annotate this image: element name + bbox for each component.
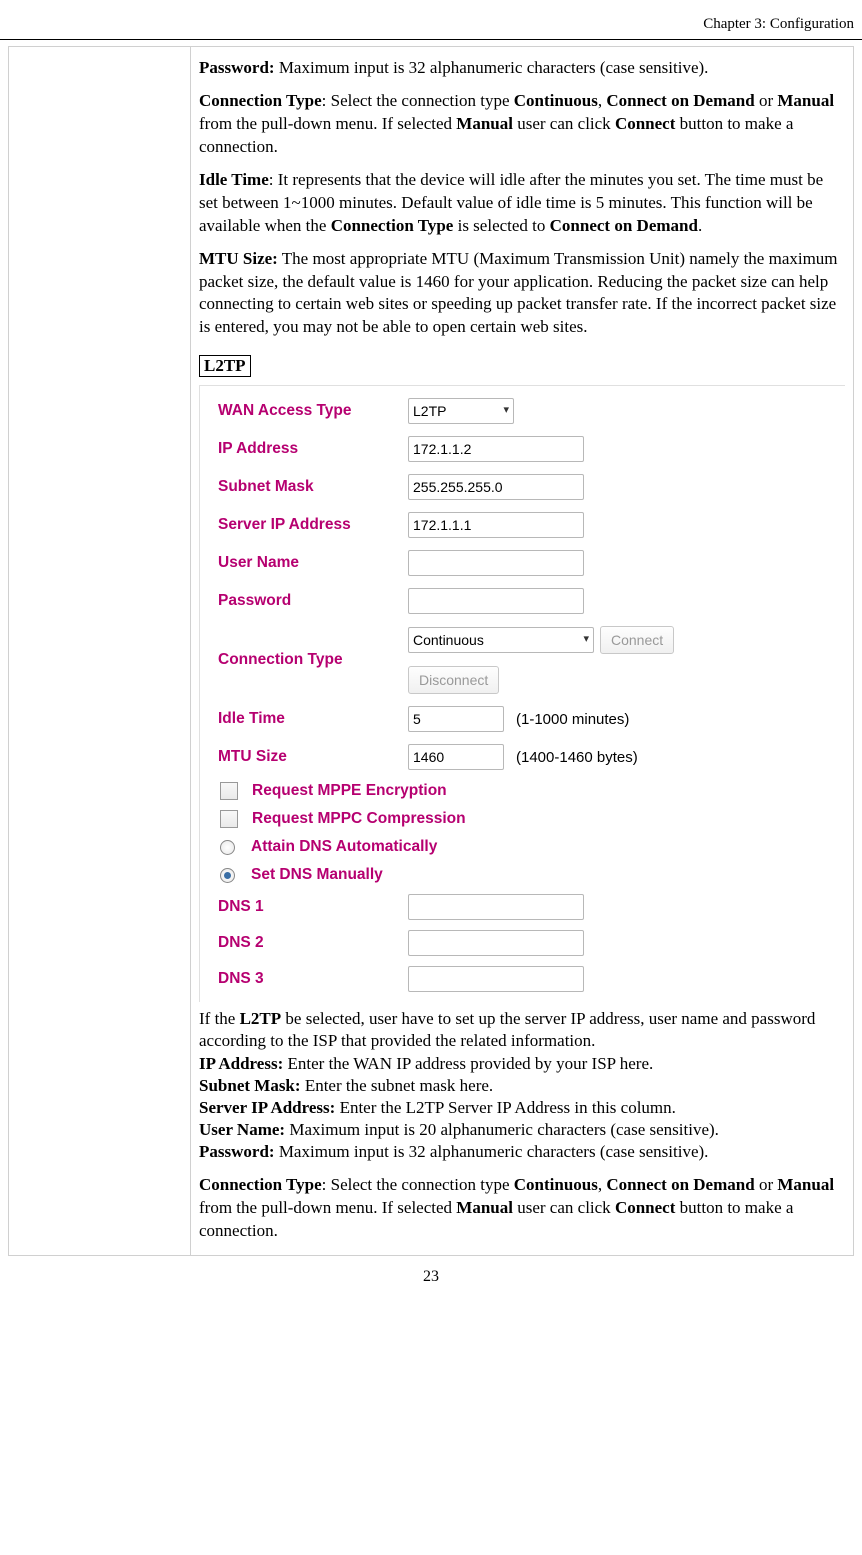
password-desc: Password: Maximum input is 32 alphanumer…	[199, 57, 845, 80]
subnet-mask-input[interactable]	[408, 474, 584, 500]
password-input[interactable]	[408, 588, 584, 614]
mtu-size-desc: MTU Size: The most appropriate MTU (Maxi…	[199, 248, 845, 340]
ip-address-input[interactable]	[408, 436, 584, 462]
dns1-label: DNS 1	[210, 898, 408, 916]
dns-auto-label: Attain DNS Automatically	[251, 838, 437, 856]
mtu-size-hint: (1400-1460 bytes)	[516, 749, 638, 766]
server-ip-label: Server IP Address	[210, 516, 408, 534]
wan-access-select[interactable]: L2TP	[408, 398, 514, 424]
idle-time-input[interactable]	[408, 706, 504, 732]
password-row: Password	[210, 588, 845, 614]
dns2-label: DNS 2	[210, 934, 408, 952]
connection-type-label: Connection Type	[210, 651, 408, 669]
dns3-label: DNS 3	[210, 970, 408, 988]
page-header: Chapter 3: Configuration	[0, 10, 862, 40]
connection-type-desc-bottom: Connection Type: Select the connection t…	[199, 1174, 845, 1243]
ip-address-label: IP Address	[210, 440, 408, 458]
dns1-row: DNS 1	[210, 894, 845, 920]
password-label: Password	[210, 592, 408, 610]
connection-type-select[interactable]: Continuous	[408, 627, 594, 653]
mppc-checkbox[interactable]	[220, 810, 238, 828]
server-ip-input[interactable]	[408, 512, 584, 538]
user-name-input[interactable]	[408, 550, 584, 576]
user-name-label: User Name	[210, 554, 408, 572]
page-number: 23	[0, 1268, 862, 1286]
server-ip-row: Server IP Address	[210, 512, 845, 538]
mppc-row: Request MPPC Compression	[210, 810, 845, 828]
dns-manual-radio[interactable]	[220, 868, 235, 883]
disconnect-button[interactable]: Disconnect	[408, 666, 499, 694]
ip-address-desc: IP Address: Enter the WAN IP address pro…	[199, 1053, 845, 1075]
mtu-size-input[interactable]	[408, 744, 504, 770]
subnet-mask-row: Subnet Mask	[210, 474, 845, 500]
right-side-cell: Password: Maximum input is 32 alphanumer…	[190, 46, 854, 1256]
mppe-row: Request MPPE Encryption	[210, 782, 845, 800]
server-ip-desc: Server IP Address: Enter the L2TP Server…	[199, 1097, 845, 1119]
wan-access-label: WAN Access Type	[210, 402, 408, 420]
dns2-input[interactable]	[408, 930, 584, 956]
subnet-mask-desc: Subnet Mask: Enter the subnet mask here.	[199, 1075, 845, 1097]
l2tp-heading: L2TP	[199, 355, 251, 377]
user-name-desc: User Name: Maximum input is 20 alphanume…	[199, 1119, 845, 1141]
password-desc-bottom: Password: Maximum input is 32 alphanumer…	[199, 1141, 845, 1164]
l2tp-form-screenshot: WAN Access Type L2TP IP Address Subnet M…	[199, 385, 845, 1002]
mtu-size-row: MTU Size (1400-1460 bytes)	[210, 744, 845, 770]
dns3-input[interactable]	[408, 966, 584, 992]
idle-time-row: Idle Time (1-1000 minutes)	[210, 706, 845, 732]
dns-manual-row: Set DNS Manually	[210, 866, 845, 884]
mppe-label: Request MPPE Encryption	[252, 782, 447, 800]
mppe-checkbox[interactable]	[220, 782, 238, 800]
ip-address-row: IP Address	[210, 436, 845, 462]
dns2-row: DNS 2	[210, 930, 845, 956]
l2tp-intro: If the L2TP be selected, user have to se…	[199, 1008, 845, 1052]
dns1-input[interactable]	[408, 894, 584, 920]
connection-type-desc: Connection Type: Select the connection t…	[199, 90, 845, 159]
dns-auto-row: Attain DNS Automatically	[210, 838, 845, 856]
idle-time-hint: (1-1000 minutes)	[516, 711, 629, 728]
subnet-mask-label: Subnet Mask	[210, 478, 408, 496]
content-table: Password: Maximum input is 32 alphanumer…	[8, 46, 854, 1256]
dns3-row: DNS 3	[210, 966, 845, 992]
wan-access-row: WAN Access Type L2TP	[210, 398, 845, 424]
mppc-label: Request MPPC Compression	[252, 810, 466, 828]
dns-auto-radio[interactable]	[220, 840, 235, 855]
connection-type-row: Connection Type Continuous Connect Disco…	[210, 626, 845, 694]
user-name-row: User Name	[210, 550, 845, 576]
dns-manual-label: Set DNS Manually	[251, 866, 383, 884]
mtu-size-label: MTU Size	[210, 748, 408, 766]
chapter-title: Chapter 3: Configuration	[703, 16, 854, 32]
idle-time-label: Idle Time	[210, 710, 408, 728]
connect-button[interactable]: Connect	[600, 626, 674, 654]
left-side-cell	[8, 46, 190, 1256]
idle-time-desc: Idle Time: It represents that the device…	[199, 169, 845, 238]
